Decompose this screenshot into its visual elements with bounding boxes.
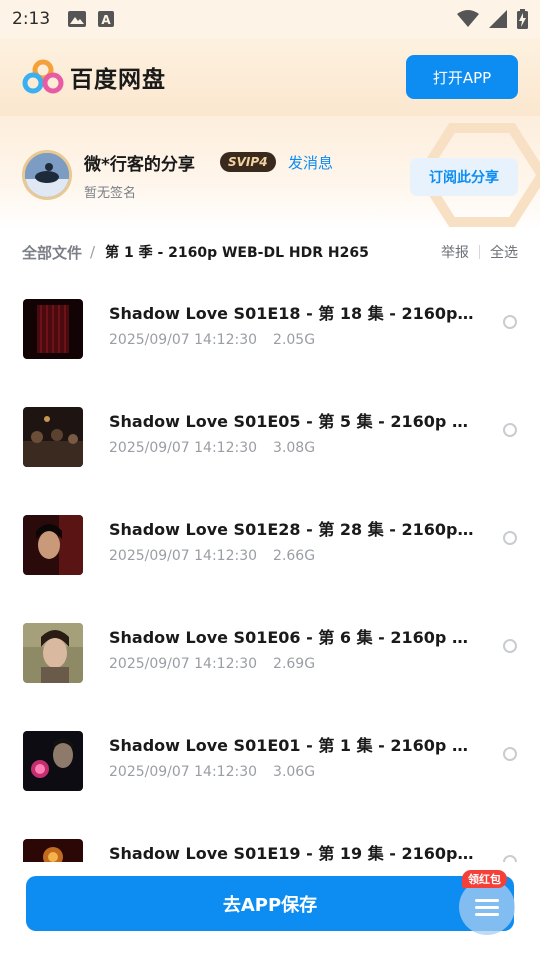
- svg-text:A: A: [102, 13, 112, 27]
- breadcrumb: 全部文件 / 第 1 季 - 2160p WEB-DL HDR H265 D 举…: [0, 230, 540, 274]
- file-row[interactable]: Shadow Love S01E06 - 第 6 集 - 2160p WEB-D…: [0, 598, 540, 706]
- file-meta: 2025/09/07 14:12:30 3.06G: [109, 764, 315, 780]
- save-to-app-button[interactable]: 去APP保存: [26, 876, 514, 931]
- select-all-button[interactable]: 全选: [490, 242, 518, 262]
- video-thumbnail: [23, 407, 83, 467]
- file-meta: 2025/09/07 14:12:30 2.66G: [109, 548, 315, 564]
- file-size: 3.08G: [273, 440, 316, 456]
- baidu-netdisk-logo: 百度网盘: [22, 59, 166, 95]
- file-name: Shadow Love S01E05 - 第 5 集 - 2160p WEB-D…: [109, 412, 475, 431]
- file-list: Shadow Love S01E18 - 第 18 集 - 2160p WEB-…: [0, 274, 540, 862]
- video-thumbnail: [23, 515, 83, 575]
- send-message-link[interactable]: 发消息: [288, 152, 333, 173]
- open-app-button[interactable]: 打开APP: [406, 55, 518, 99]
- file-name: Shadow Love S01E28 - 第 28 集 - 2160p WEB-…: [109, 520, 475, 539]
- wifi-icon: [457, 10, 479, 27]
- breadcrumb-root[interactable]: 全部文件: [22, 242, 82, 263]
- file-row[interactable]: Shadow Love S01E19 - 第 19 集 - 2160p WEB-…: [0, 814, 540, 862]
- file-name: Shadow Love S01E06 - 第 6 集 - 2160p WEB-D…: [109, 628, 475, 647]
- file-name: Shadow Love S01E19 - 第 19 集 - 2160p WEB-…: [109, 844, 475, 862]
- file-meta: 2025/09/07 14:12:30 2.69G: [109, 656, 315, 672]
- file-date: 2025/09/07 14:12:30: [109, 764, 258, 780]
- video-thumbnail: [23, 299, 83, 359]
- logo-text: 百度网盘: [70, 67, 166, 93]
- status-icons-left: A: [68, 11, 115, 27]
- a-icon: A: [98, 11, 115, 27]
- subscribe-share-button[interactable]: 订阅此分享: [410, 158, 518, 196]
- select-radio[interactable]: [503, 747, 517, 761]
- signal-icon: [489, 10, 507, 28]
- status-time: 2:13: [12, 9, 51, 29]
- file-meta: 2025/09/07 14:12:30 3.08G: [109, 440, 315, 456]
- file-row[interactable]: Shadow Love S01E28 - 第 28 集 - 2160p WEB-…: [0, 490, 540, 598]
- select-radio[interactable]: [503, 531, 517, 545]
- video-thumbnail: [23, 623, 83, 683]
- image-icon: [68, 11, 87, 27]
- select-radio[interactable]: [503, 639, 517, 653]
- file-date: 2025/09/07 14:12:30: [109, 548, 258, 564]
- select-radio[interactable]: [503, 855, 517, 862]
- file-row[interactable]: Shadow Love S01E18 - 第 18 集 - 2160p WEB-…: [0, 274, 540, 382]
- app-header: 百度网盘 打开APP: [0, 38, 540, 116]
- sharer-name: 微*行客的分享: [84, 155, 195, 175]
- file-size: 2.66G: [273, 548, 316, 564]
- file-row[interactable]: Shadow Love S01E01 - 第 1 集 - 2160p WEB-D…: [0, 706, 540, 814]
- svip-badge: SVIP4: [220, 152, 276, 172]
- avatar-image: [25, 153, 69, 197]
- report-button[interactable]: 举报: [441, 242, 469, 262]
- file-size: 3.06G: [273, 764, 316, 780]
- file-name: Shadow Love S01E18 - 第 18 集 - 2160p WEB-…: [109, 304, 475, 323]
- file-date: 2025/09/07 14:12:30: [109, 440, 258, 456]
- cloud-logo-icon: [22, 59, 64, 94]
- file-size: 2.05G: [273, 332, 316, 348]
- breadcrumb-current: 第 1 季 - 2160p WEB-DL HDR H265 D: [105, 245, 372, 261]
- select-radio[interactable]: [503, 315, 517, 329]
- file-date: 2025/09/07 14:12:30: [109, 656, 258, 672]
- video-thumbnail: [23, 731, 83, 791]
- file-row[interactable]: Shadow Love S01E05 - 第 5 集 - 2160p WEB-D…: [0, 382, 540, 490]
- select-radio[interactable]: [503, 423, 517, 437]
- breadcrumb-separator: /: [90, 243, 96, 261]
- file-date: 2025/09/07 14:12:30: [109, 332, 258, 348]
- file-meta: 2025/09/07 14:12:30 2.05G: [109, 332, 315, 348]
- sharer-avatar[interactable]: [22, 150, 72, 200]
- sharer-signature: 暂无签名: [84, 186, 137, 201]
- action-divider: [479, 245, 480, 259]
- video-thumbnail: [23, 839, 83, 862]
- breadcrumb-actions: 举报 全选: [441, 242, 518, 262]
- file-size: 2.69G: [273, 656, 316, 672]
- red-packet-badge[interactable]: 领红包: [462, 870, 507, 888]
- status-icons-right: [457, 9, 528, 29]
- file-name: Shadow Love S01E01 - 第 1 集 - 2160p WEB-D…: [109, 736, 475, 755]
- status-bar: 2:13 A: [0, 0, 540, 38]
- sharer-panel: 微*行客的分享 SVIP4 发消息 暂无签名 订阅此分享: [0, 116, 540, 230]
- battery-icon: [517, 9, 528, 29]
